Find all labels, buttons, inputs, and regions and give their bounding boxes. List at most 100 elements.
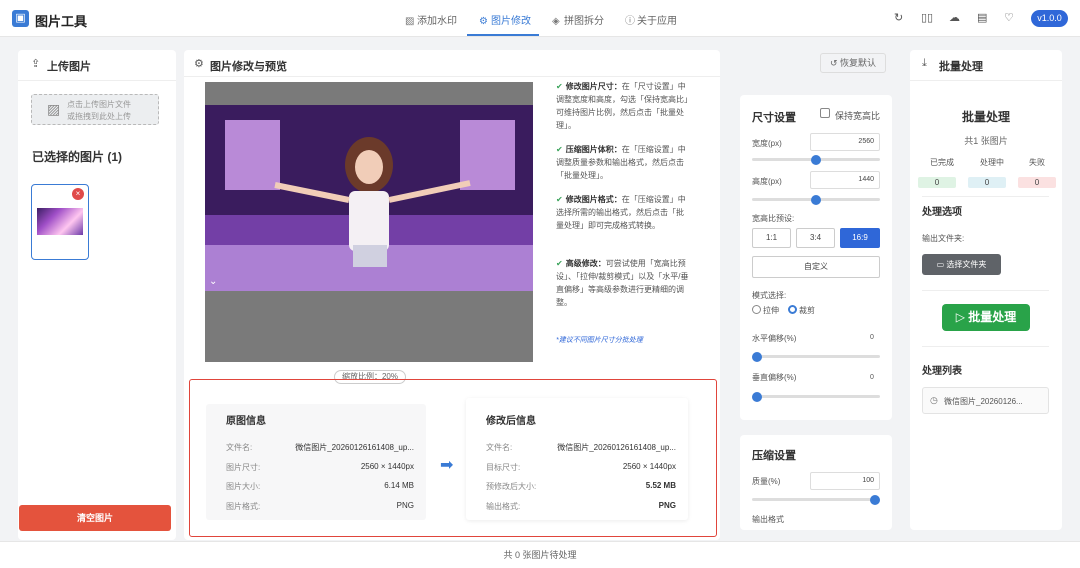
h-offset-label: 水平偏移(%) [752, 334, 797, 343]
output-folder-label: 输出文件夹: [922, 234, 965, 243]
info-icon: ⓘ [625, 16, 635, 27]
tab-label: 拼图拆分 [564, 16, 604, 27]
options-title: 处理选项 [922, 207, 962, 218]
gear-icon: ⚙ [479, 16, 488, 27]
ratio-3-4-button[interactable]: 3:4 [796, 228, 835, 248]
batch-process-label: 批量处理 [968, 310, 1017, 324]
process-item-name: 微信图片_20260126... [944, 397, 1023, 406]
quality-label: 质量(%) [752, 477, 781, 486]
info-label: 文件名: [226, 443, 253, 452]
height-label: 高度(px) [752, 177, 782, 186]
cloud-icon[interactable]: ☁ [949, 11, 960, 24]
preview-panel-title: 图片修改与预览 [210, 61, 287, 73]
heart-icon[interactable]: ♡ [1004, 11, 1014, 24]
divider [922, 196, 1049, 197]
v-offset-label: 垂直偏移(%) [752, 373, 797, 382]
check-icon: ✔ [556, 259, 563, 268]
guide-item: ✔ 高级修改：可尝试使用「宽高比预设」、「拉伸/裁剪模式」以及「水平/垂直偏移」等… [556, 259, 689, 307]
info-value: 5.52 MB [645, 481, 676, 490]
play-icon: ▷ [955, 310, 969, 324]
check-icon: ✔ [556, 145, 563, 154]
info-label: 图片格式: [226, 502, 261, 511]
ratio-16-9-button[interactable]: 16:9 [840, 228, 880, 248]
stat-processing-label: 处理中 [980, 158, 1004, 167]
height-input[interactable]: 1440 [810, 171, 880, 189]
undo-icon: ↺ [829, 58, 841, 68]
divider [18, 80, 176, 81]
remove-image-icon[interactable]: × [72, 188, 84, 200]
stat-done-label: 已完成 [930, 158, 954, 167]
info-value: 微信图片_20260126161408_up... [295, 443, 414, 452]
thumbnail-image [37, 208, 83, 235]
tab-about[interactable]: ⓘ 关于应用 [625, 12, 677, 27]
check-icon: ✔ [556, 195, 563, 204]
tab-label: 关于应用 [637, 16, 677, 27]
stat-processing-value: 0 [968, 177, 1006, 188]
app-header [0, 0, 1080, 37]
image-tool-logo-icon: ▣ [12, 10, 29, 27]
arrow-right-icon: ➡ [440, 457, 454, 474]
width-slider-knob[interactable] [811, 155, 821, 165]
h-offset-value: 0 [870, 334, 874, 341]
info-label: 输出格式: [486, 502, 521, 511]
preview-image [205, 105, 533, 291]
selected-images-title: 已选择的图片 (1) [32, 150, 123, 164]
select-folder-button[interactable]: ▭ 选择文件夹 [922, 254, 1001, 275]
book-icon[interactable]: ▯▯ [921, 11, 933, 24]
v-offset-value: 0 [870, 374, 874, 381]
original-info-title: 原图信息 [226, 416, 266, 427]
info-value: 2560 × 1440px [360, 462, 414, 471]
width-input[interactable]: 2560 [810, 133, 880, 151]
divider [922, 290, 1049, 291]
keep-ratio-checkbox[interactable] [820, 108, 830, 118]
modified-info-title: 修改后信息 [486, 416, 536, 427]
width-label: 宽度(px) [752, 139, 782, 148]
h-offset-slider-knob[interactable] [752, 352, 762, 362]
concert-photo-illustration [205, 105, 533, 291]
ratio-1-1-button[interactable]: 1:1 [752, 228, 791, 248]
tab-label: 添加水印 [417, 16, 457, 27]
stat-failed-label: 失败 [1029, 158, 1045, 167]
height-slider-knob[interactable] [811, 195, 821, 205]
keep-ratio-label: 保持宽高比 [835, 111, 881, 121]
batch-count: 共1 张图片 [964, 136, 1008, 146]
batch-heading: 批量处理 [961, 110, 1010, 124]
batch-process-button[interactable]: ▷ 批量处理 [942, 304, 1030, 331]
mode-stretch-radio[interactable] [752, 305, 761, 314]
clear-images-button[interactable]: 清空图片 [19, 505, 171, 531]
upload-icon: ⇪ [31, 58, 41, 70]
guide-note: *建议不同图片尺寸分批处理 [556, 337, 643, 344]
size-settings-title: 尺寸设置 [752, 112, 796, 124]
image-upload-icon: ▨ [47, 101, 61, 117]
info-label: 文件名: [486, 443, 513, 452]
divider [184, 76, 720, 77]
divider [910, 80, 1062, 81]
select-folder-label: 选择文件夹 [946, 260, 987, 269]
restore-default-button[interactable]: ↺ 恢复默认 [820, 53, 886, 73]
quality-slider-knob[interactable] [870, 495, 880, 505]
output-format-label: 输出格式 [752, 515, 784, 524]
image-icon: ▨ [405, 16, 415, 27]
active-tab-underline [467, 34, 539, 36]
document-icon[interactable]: ▤ [977, 11, 987, 24]
mode-crop-radio[interactable] [788, 305, 797, 314]
quality-slider[interactable] [752, 498, 880, 501]
version-badge: v1.0.0 [1031, 10, 1068, 27]
tab-image-modify[interactable]: ⚙ 图片修改 [479, 12, 531, 27]
info-value: 6.14 MB [384, 481, 414, 490]
quality-input[interactable]: 100 [810, 472, 880, 490]
settings-icon: ⚙ [194, 58, 204, 70]
v-offset-slider-knob[interactable] [752, 392, 762, 402]
tab-add-watermark[interactable]: ▨ 添加水印 [405, 12, 457, 27]
v-offset-slider[interactable] [752, 395, 880, 398]
custom-ratio-button[interactable]: 自定义 [752, 256, 880, 278]
h-offset-slider[interactable] [752, 355, 880, 358]
folder-icon: ▭ [936, 260, 947, 269]
tab-puzzle-split[interactable]: ◈ 拼图拆分 [552, 12, 604, 27]
clock-icon: ◷ [930, 395, 938, 405]
check-icon: ✔ [556, 82, 563, 91]
chevron-down-icon[interactable]: ⌄ [209, 276, 217, 287]
mode-label: 模式选择: [752, 291, 787, 300]
process-list-title: 处理列表 [922, 366, 962, 377]
refresh-icon[interactable]: ↻ [894, 11, 903, 24]
